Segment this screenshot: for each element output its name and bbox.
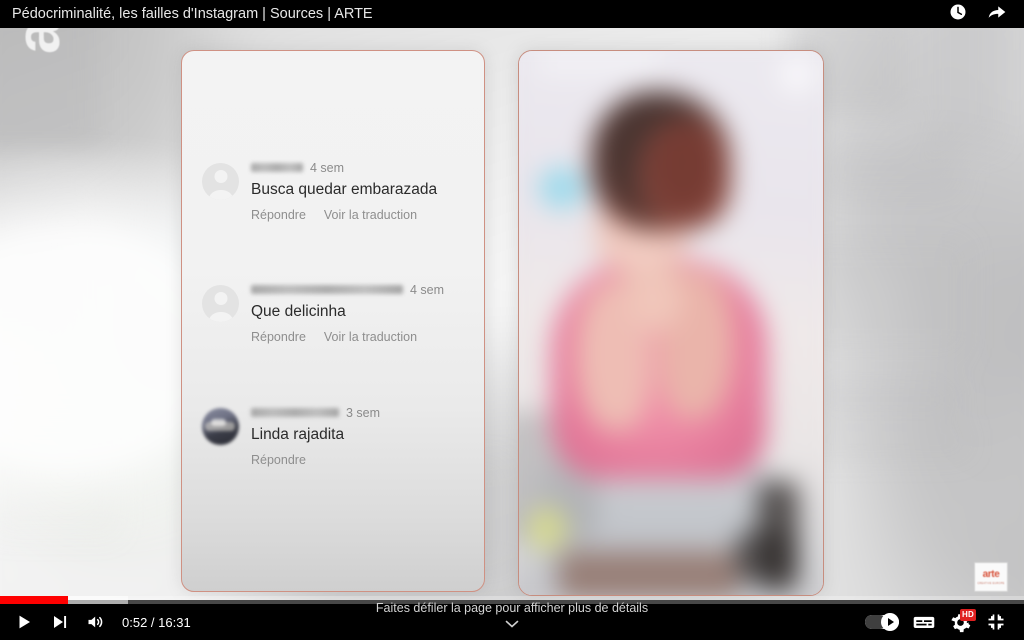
subtitles-icon[interactable] [906, 604, 942, 640]
video-stage[interactable]: arte 4 sem Busca quedar embarazada Répon… [0, 28, 1024, 600]
arte-logo-badge: arte CREATIVE EUROPE [974, 562, 1008, 592]
comment-text: Linda rajadita [251, 426, 345, 443]
autoplay-toggle-wrap[interactable] [858, 604, 906, 640]
right-controls: HD [858, 604, 1018, 640]
quality-badge: HD [960, 609, 976, 621]
comment-text: Que delicinha [251, 303, 346, 320]
player-control-bar: 0:52 / 16:31 HD Faites défiler la page p… [0, 596, 1024, 640]
reply-link[interactable]: Répondre [251, 453, 306, 467]
comment-item[interactable]: 4 sem Que delicinha Répondre Voir la tra… [202, 283, 464, 344]
next-video-button[interactable] [42, 604, 78, 640]
avatar [202, 408, 239, 445]
comments-panel[interactable]: 4 sem Busca quedar embarazada Répondre V… [181, 50, 485, 592]
blurred-photo [519, 51, 823, 595]
exit-fullscreen-icon[interactable] [978, 604, 1014, 640]
page-title[interactable]: Pédocriminalité, les failles d'Instagram… [12, 6, 373, 22]
settings-gear-icon[interactable]: HD [942, 604, 978, 640]
avatar [202, 285, 239, 322]
watch-later-icon[interactable] [948, 2, 968, 27]
title-bar: Pédocriminalité, les failles d'Instagram… [0, 0, 1024, 28]
comment-item[interactable]: 3 sem Linda rajadita Répondre [202, 406, 464, 467]
controls-row: 0:52 / 16:31 HD [0, 604, 1024, 640]
progress-played [0, 596, 68, 604]
comment-text: Busca quedar embarazada [251, 181, 438, 198]
share-icon[interactable] [986, 2, 1008, 27]
see-translation-link[interactable]: Voir la traduction [324, 330, 417, 344]
comment-username-blurred [251, 285, 403, 294]
volume-icon[interactable] [78, 604, 114, 640]
play-button[interactable] [6, 604, 42, 640]
comment-timestamp: 3 sem [346, 406, 381, 420]
arte-watermark: arte [4, 28, 73, 54]
title-actions [948, 2, 1008, 27]
comment-username-blurred [251, 163, 303, 172]
time-display: 0:52 / 16:31 [122, 614, 191, 630]
progress-bar[interactable] [0, 596, 1024, 604]
comment-timestamp: 4 sem [310, 161, 345, 175]
comment-username-blurred [251, 408, 339, 417]
comment-timestamp: 4 sem [410, 283, 445, 297]
video-player: arte 4 sem Busca quedar embarazada Répon… [0, 0, 1024, 640]
autoplay-toggle[interactable] [865, 613, 899, 631]
reply-link[interactable]: Répondre [251, 330, 306, 344]
avatar [202, 163, 239, 200]
reply-link[interactable]: Répondre [251, 208, 306, 222]
photo-panel[interactable] [518, 50, 824, 596]
comment-item[interactable]: 4 sem Busca quedar embarazada Répondre V… [202, 161, 464, 222]
see-translation-link[interactable]: Voir la traduction [324, 208, 417, 222]
